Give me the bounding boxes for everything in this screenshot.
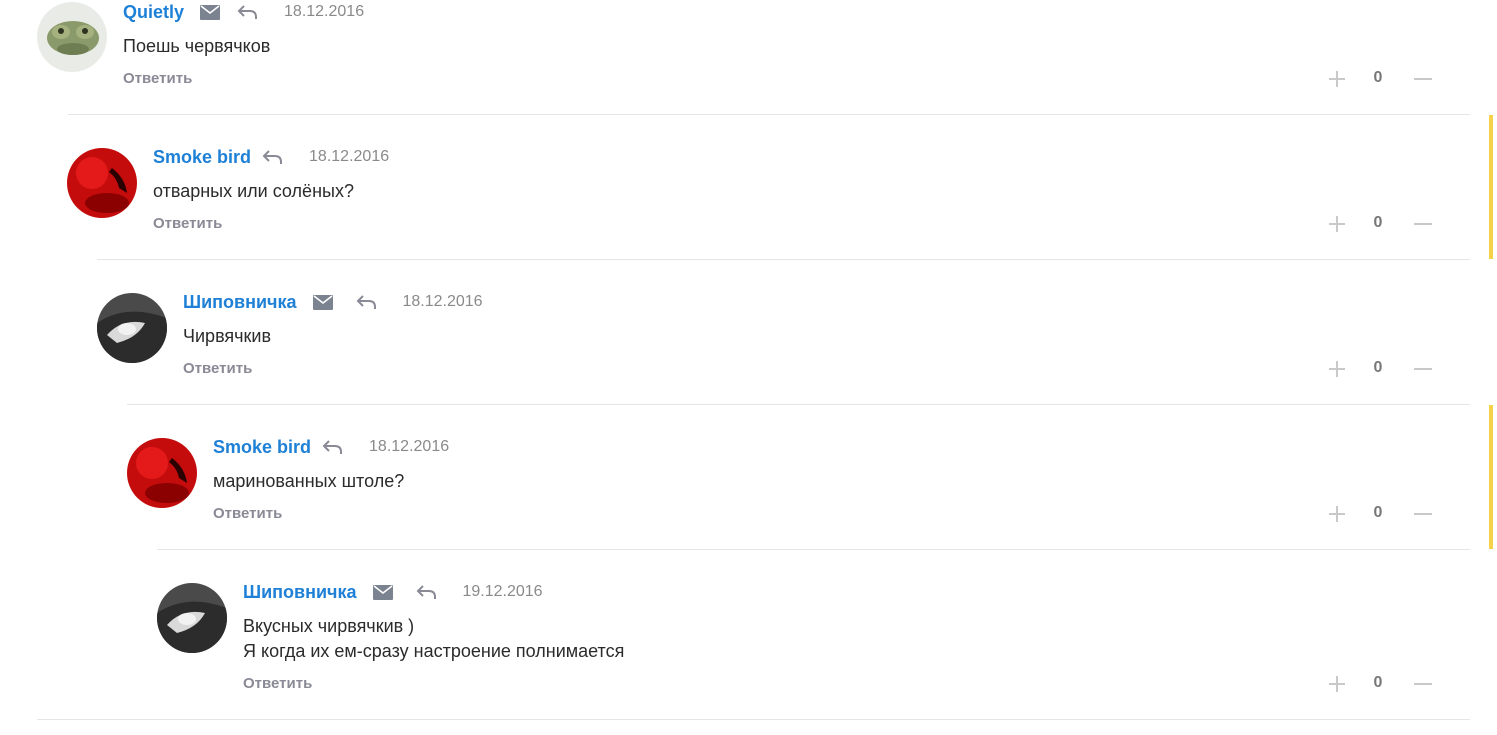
vote-score: 0 <box>1373 504 1383 521</box>
new-comment-indicator <box>1489 115 1493 259</box>
reply-arrow-icon[interactable] <box>415 583 437 601</box>
comment: Smoke bird 18.12.2016 отварных или солён… <box>67 115 1470 259</box>
downvote-minus-icon[interactable] <box>1414 683 1432 685</box>
comment: Smoke bird 18.12.2016 маринованных штоле… <box>127 405 1470 549</box>
upvote-plus-icon[interactable] <box>1328 675 1346 693</box>
comment-text-line: отварных или солёных? <box>153 181 354 201</box>
author-name[interactable]: Smoke bird <box>213 437 311 458</box>
comment-text: Чирвячкив <box>183 324 271 349</box>
comment-text-line: Я когда их ем-сразу настроение полнимает… <box>243 641 625 661</box>
new-comment-indicator <box>1489 405 1493 549</box>
vote-controls: 0 <box>1328 502 1448 526</box>
comment-date: 18.12.2016 <box>402 293 483 310</box>
avatar[interactable] <box>97 293 167 363</box>
reply-link[interactable]: Ответить <box>123 70 192 87</box>
comment-text: маринованных штоле? <box>213 469 404 494</box>
author-name[interactable]: Smoke bird <box>153 147 251 168</box>
reply-arrow-icon[interactable] <box>321 438 343 456</box>
vote-score: 0 <box>1373 214 1383 231</box>
vote-controls: 0 <box>1328 672 1448 696</box>
author-name[interactable]: Quietly <box>123 2 184 23</box>
vote-controls: 0 <box>1328 67 1448 91</box>
reply-arrow-icon[interactable] <box>355 293 377 311</box>
mail-icon[interactable] <box>312 294 333 310</box>
upvote-plus-icon[interactable] <box>1328 70 1346 88</box>
comment-date: 18.12.2016 <box>309 148 390 165</box>
downvote-minus-icon[interactable] <box>1414 223 1432 225</box>
comment-text: отварных или солёных? <box>153 179 354 204</box>
comment-date: 18.12.2016 <box>284 3 365 20</box>
avatar[interactable] <box>157 583 227 653</box>
downvote-minus-icon[interactable] <box>1414 368 1432 370</box>
comment-text: Вкусных чирвячкив ) Я когда их ем-сразу … <box>243 614 624 664</box>
mail-icon[interactable] <box>200 4 221 20</box>
vote-controls: 0 <box>1328 357 1448 381</box>
comment-text: Поешь червячков <box>123 34 270 59</box>
vote-score: 0 <box>1373 69 1383 86</box>
vote-score: 0 <box>1373 359 1383 376</box>
comment-separator <box>37 719 1470 720</box>
downvote-minus-icon[interactable] <box>1414 78 1432 80</box>
comment-text-line: маринованных штоле? <box>213 471 405 491</box>
comment: Шиповничка 18.12.2016 Чирвячкив Ответить… <box>97 260 1470 404</box>
avatar[interactable] <box>67 148 137 218</box>
reply-link[interactable]: Ответить <box>153 215 222 232</box>
vote-controls: 0 <box>1328 212 1448 236</box>
avatar[interactable] <box>37 2 107 72</box>
comment-text-line: Чирвячкив <box>183 326 272 346</box>
comment-text-line: Вкусных чирвячкив ) <box>243 616 415 636</box>
reply-arrow-icon[interactable] <box>236 3 258 21</box>
upvote-plus-icon[interactable] <box>1328 215 1346 233</box>
comment-date: 19.12.2016 <box>462 583 543 600</box>
reply-arrow-icon[interactable] <box>261 148 283 166</box>
vote-score: 0 <box>1373 674 1383 691</box>
reply-link[interactable]: Ответить <box>243 675 312 692</box>
reply-link[interactable]: Ответить <box>183 360 252 377</box>
upvote-plus-icon[interactable] <box>1328 505 1346 523</box>
upvote-plus-icon[interactable] <box>1328 360 1346 378</box>
author-name[interactable]: Шиповничка <box>183 292 297 313</box>
reply-link[interactable]: Ответить <box>213 505 282 522</box>
comment: Quietly 18.12.2016 Поешь червячков Ответ… <box>37 0 1470 114</box>
author-name[interactable]: Шиповничка <box>243 582 357 603</box>
mail-icon[interactable] <box>372 584 393 600</box>
downvote-minus-icon[interactable] <box>1414 513 1432 515</box>
comment: Шиповничка 19.12.2016 Вкусных чирвячкив … <box>157 550 1470 719</box>
avatar[interactable] <box>127 438 197 508</box>
comment-date: 18.12.2016 <box>369 438 450 455</box>
comment-text-line: Поешь червячков <box>123 36 271 56</box>
